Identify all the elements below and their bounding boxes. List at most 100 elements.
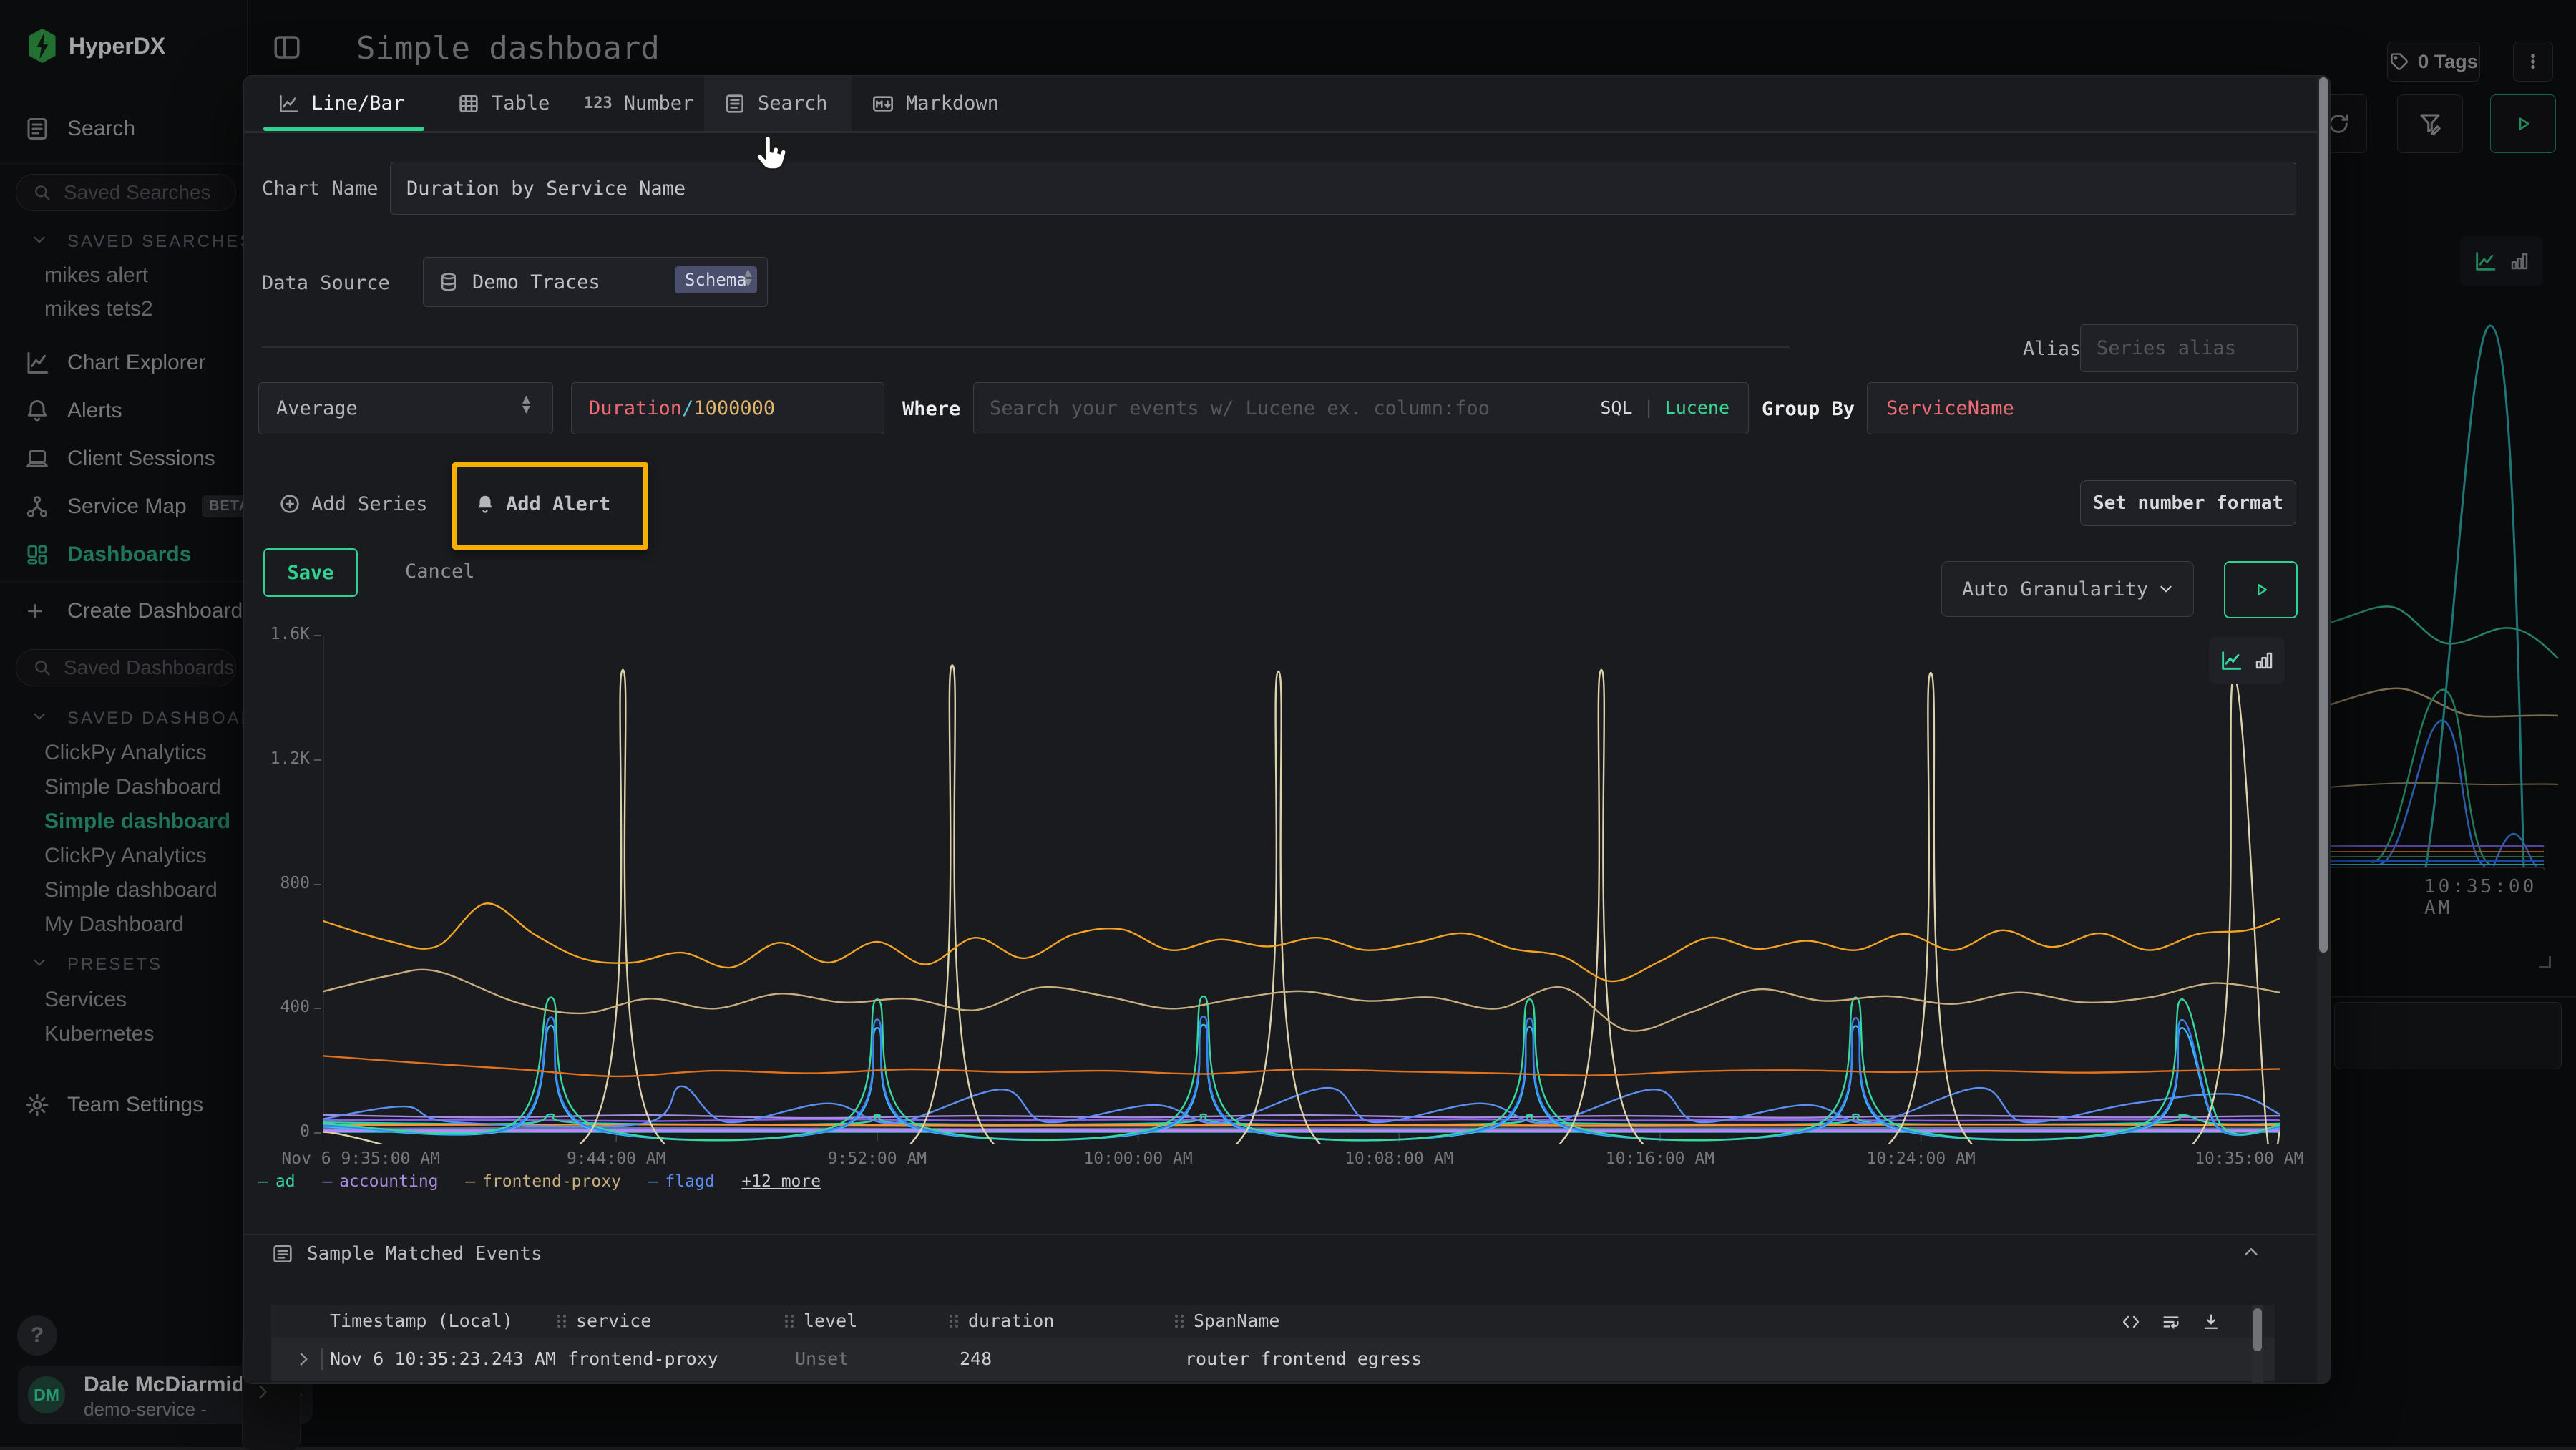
column-header[interactable]: level (785, 1310, 857, 1331)
legend-item[interactable]: —accounting (322, 1172, 438, 1191)
cell-duration: 248 (960, 1348, 992, 1369)
column-header[interactable]: Timestamp (Local) (330, 1310, 513, 1331)
y-tick-label: 1.2K (260, 749, 310, 768)
sample-events-header: Sample Matched Events (271, 1242, 542, 1265)
alias-input[interactable] (2081, 337, 2297, 359)
x-tick-label: 10:35:00 AM (2195, 1149, 2303, 1168)
save-button[interactable]: Save (263, 548, 358, 597)
where-input[interactable] (974, 397, 1621, 419)
data-source-label: Data Source (262, 272, 390, 294)
group-by-value: ServiceName (1886, 397, 2014, 419)
x-tick-label: 10:24:00 AM (1866, 1149, 1975, 1168)
data-source-select[interactable]: Demo Traces Schema ▲▼ (423, 257, 768, 307)
alias-label: Alias (2023, 338, 2081, 360)
list-icon (271, 1242, 294, 1265)
cell-spanname: router frontend egress (1185, 1348, 1422, 1369)
y-tick-label: 0 (260, 1122, 310, 1141)
drag-handle-icon[interactable] (557, 1313, 567, 1330)
x-tick-label: Nov 6 9:35:00 AM (281, 1149, 440, 1168)
number-123-icon: 123 (584, 94, 613, 112)
aggregation-value: Average (276, 397, 358, 419)
legend-item[interactable]: —frontend-proxy (465, 1172, 621, 1191)
modal-scrollbar[interactable] (2317, 76, 2330, 1383)
chart-legend: —ad —accounting —frontend-proxy —flagd +… (258, 1172, 841, 1191)
drag-handle-icon[interactable] (950, 1313, 960, 1330)
table-scrollbar[interactable] (2252, 1305, 2263, 1383)
chart-plot[interactable] (323, 636, 2280, 1144)
bell-icon (474, 493, 496, 515)
expr-field: Duration (589, 397, 682, 419)
line-chart-icon (2219, 648, 2243, 673)
legend-dash: — (322, 1172, 332, 1191)
code-view-icon[interactable] (2121, 1312, 2141, 1332)
y-tick-label: 1.6K (260, 625, 310, 643)
where-label: Where (902, 398, 960, 420)
wrap-text-icon[interactable] (2161, 1312, 2181, 1332)
cell-level: Unset (795, 1348, 849, 1369)
cancel-button[interactable]: Cancel (405, 548, 475, 594)
download-icon[interactable] (2201, 1312, 2221, 1332)
chevron-down-icon (2157, 580, 2175, 598)
select-chevrons-icon: ▲▼ (522, 394, 530, 414)
legend-dash: — (465, 1172, 475, 1191)
where-field[interactable]: SQL | Lucene (973, 382, 1749, 434)
table-icon (457, 92, 480, 115)
chart-svg (323, 636, 2280, 1144)
line-chart-icon (277, 92, 300, 115)
chart-name-input[interactable] (391, 177, 2296, 200)
y-tick-label: 400 (260, 998, 310, 1016)
tab-number[interactable]: 123 Number (584, 76, 693, 131)
row-expand-chevron-icon[interactable] (294, 1350, 313, 1368)
x-tick-label: 10:00:00 AM (1083, 1149, 1192, 1168)
add-series-button[interactable]: Add Series (278, 482, 428, 526)
search-list-icon (723, 92, 746, 115)
tab-search[interactable]: Search (723, 76, 828, 131)
chart-name-field[interactable] (390, 162, 2296, 215)
edit-chart-modal: Line/Bar Table 123 Number Search Markdow… (243, 75, 2331, 1384)
expression-field[interactable]: Duration / 1000000 (571, 382, 884, 434)
markdown-icon (872, 92, 894, 115)
drag-handle-icon[interactable] (785, 1313, 795, 1330)
legend-item[interactable]: —ad (258, 1172, 296, 1191)
table-header-row: Timestamp (Local) service level duration… (271, 1305, 2275, 1338)
table-row-clipped (271, 1382, 2275, 1384)
y-tick-label: 800 (260, 874, 310, 892)
group-by-label: Group By (1762, 398, 1855, 420)
plus-circle-icon (278, 492, 301, 515)
bar-chart-icon (2253, 650, 2275, 671)
add-alert-button[interactable]: Add Alert (474, 482, 610, 526)
play-icon (2250, 579, 2272, 600)
legend-dash: — (258, 1172, 268, 1191)
cell-timestamp: Nov 6 10:35:23.243 AM (330, 1348, 556, 1369)
set-number-format-button[interactable]: Set number format (2080, 480, 2296, 526)
table-row[interactable]: Nov 6 10:35:23.243 AM frontend-proxy Uns… (271, 1338, 2275, 1381)
select-chevrons-icon: ▲▼ (744, 268, 752, 288)
aggregation-select[interactable]: Average ▲▼ (258, 382, 553, 434)
database-icon (438, 271, 459, 293)
query-language-toggle[interactable]: SQL | Lucene (1600, 397, 1729, 418)
column-header[interactable]: duration (950, 1310, 1054, 1331)
tab-markdown[interactable]: Markdown (872, 76, 999, 131)
granularity-select[interactable]: Auto Granularity (1941, 561, 2194, 617)
x-tick-label: 9:52:00 AM (828, 1149, 927, 1168)
run-chart-button[interactable] (2224, 561, 2298, 618)
drag-handle-icon[interactable] (1175, 1313, 1185, 1330)
alias-field[interactable] (2080, 324, 2298, 372)
expr-op: / (682, 397, 693, 419)
legend-more-link[interactable]: +12 more (741, 1172, 821, 1191)
x-tick-label: 10:16:00 AM (1606, 1149, 1714, 1168)
expr-num: 1000000 (693, 397, 775, 419)
legend-item[interactable]: —flagd (648, 1172, 715, 1191)
x-tick-label: 9:44:00 AM (567, 1149, 665, 1168)
tab-line-bar[interactable]: Line/Bar (277, 76, 404, 131)
x-tick-label: 10:08:00 AM (1345, 1149, 1453, 1168)
cell-service: frontend-proxy (567, 1348, 718, 1369)
collapse-chevron-icon[interactable] (2240, 1241, 2262, 1262)
legend-dash: — (648, 1172, 658, 1191)
data-source-value: Demo Traces (472, 271, 600, 293)
chart-type-toggle[interactable] (2209, 637, 2285, 684)
column-header[interactable]: service (557, 1310, 651, 1331)
group-by-field[interactable]: ServiceName (1867, 382, 2298, 434)
tab-table[interactable]: Table (457, 76, 550, 131)
column-header[interactable]: SpanName (1175, 1310, 1279, 1331)
